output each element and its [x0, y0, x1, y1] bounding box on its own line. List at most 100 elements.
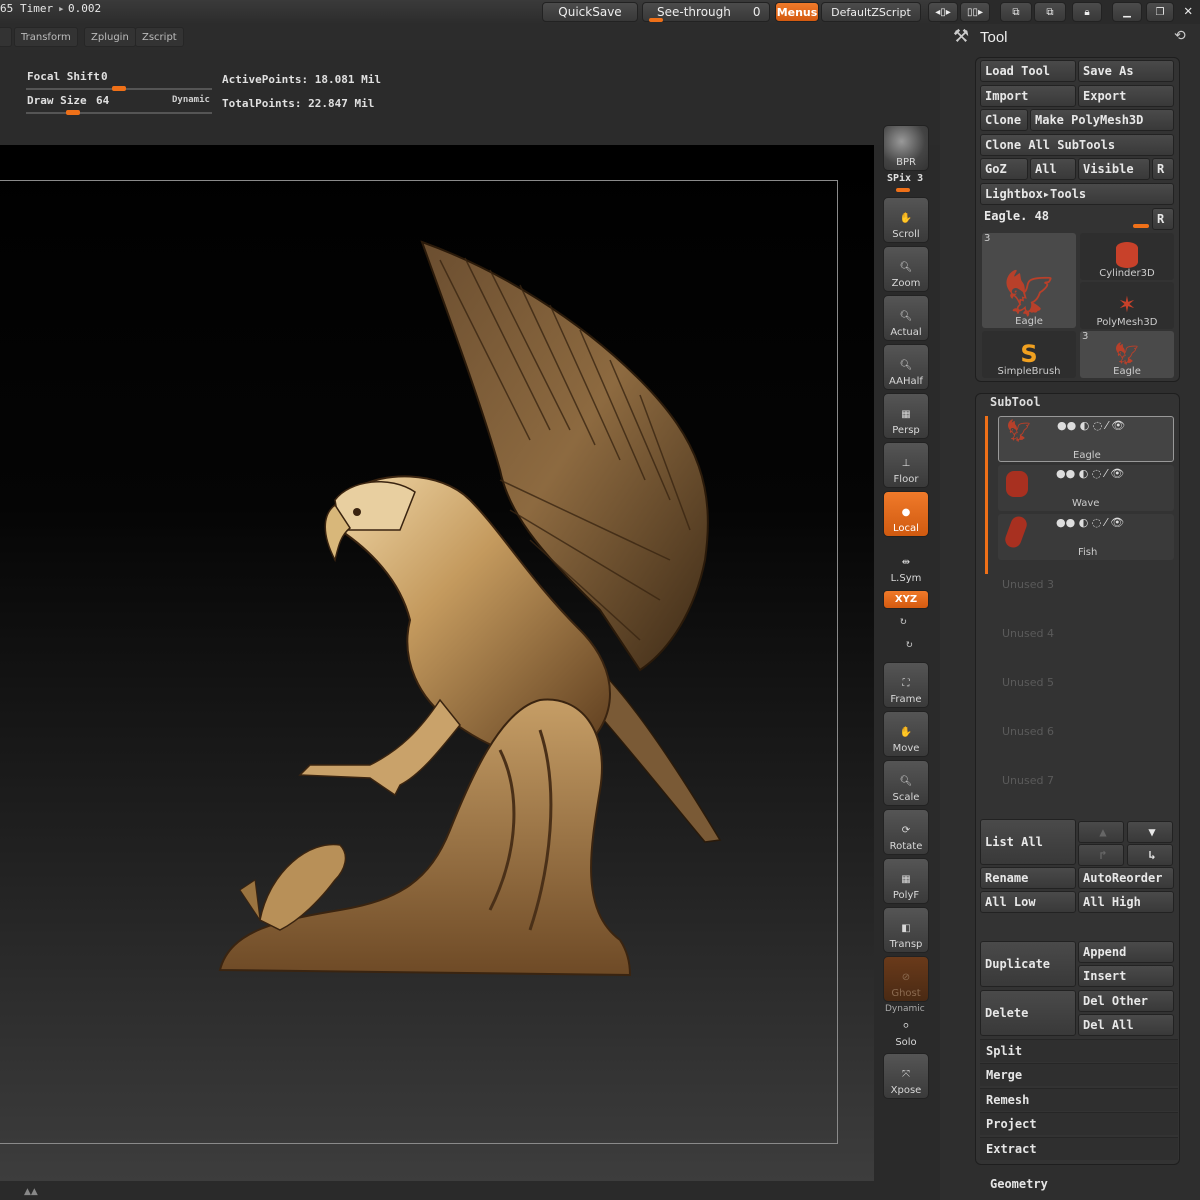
clone-button[interactable]: Clone [980, 109, 1028, 131]
thumb-simplebrush[interactable]: S SimpleBrush [982, 331, 1076, 378]
move-button[interactable]: ✋ Move [883, 711, 929, 757]
eagle-model[interactable] [200, 230, 730, 980]
z-rotate-icon[interactable]: ↻ [906, 637, 913, 650]
thumb-cylinder3d[interactable]: Cylinder3D [1080, 233, 1174, 280]
xyz-button[interactable]: XYZ [883, 590, 929, 609]
list-all-button[interactable]: List All [980, 819, 1076, 865]
current-tool-r-button[interactable]: R [1152, 208, 1174, 230]
menu-item-zplugin[interactable]: Zplugin [84, 27, 136, 47]
lightbox-tools-button[interactable]: Lightbox▸Tools [980, 183, 1174, 205]
unused-slot-4[interactable]: Unused 4 [1002, 627, 1054, 640]
lock-icon[interactable]: 🔒︎ [1072, 2, 1102, 22]
menu-item-zscript[interactable]: Zscript [135, 27, 184, 47]
subtool-toggles[interactable]: ●● ◐ ◌ ⁄ 👁︎ [1057, 419, 1125, 432]
bottom-tray-arrow-icon[interactable]: ▲▲ [24, 1187, 38, 1197]
unused-slot-6[interactable]: Unused 6 [1002, 725, 1054, 738]
arrow-up-right-icon[interactable]: ↱ [1078, 844, 1124, 866]
default-zscript-button[interactable]: DefaultZScript [821, 2, 921, 22]
draw-size-slider[interactable] [26, 112, 212, 114]
save-as-button[interactable]: Save As [1078, 60, 1174, 82]
import-button[interactable]: Import [980, 85, 1076, 107]
spix-knob[interactable] [896, 188, 910, 192]
goz-button[interactable]: GoZ [980, 158, 1028, 180]
menu-item-transform[interactable]: Transform [14, 27, 78, 47]
subtool-scrollbar[interactable] [985, 416, 988, 574]
goz-r-button[interactable]: R [1152, 158, 1174, 180]
move-down-icon[interactable]: ▼ [1127, 821, 1173, 843]
delete-button[interactable]: Delete [980, 990, 1076, 1036]
aahalf-button[interactable]: 🔍︎ AAHalf [883, 344, 929, 390]
menus-button[interactable]: Menus [775, 2, 819, 22]
persp-button[interactable]: ▦ Persp [883, 393, 929, 439]
remesh-section[interactable]: Remesh [980, 1088, 1178, 1111]
subtool-title[interactable]: SubTool [990, 395, 1041, 409]
transp-button[interactable]: ◧ Transp [883, 907, 929, 953]
current-tool-slider[interactable]: Eagle. 48 [980, 205, 1150, 227]
export-button[interactable]: Export [1078, 85, 1174, 107]
actual-button[interactable]: 🔍︎ Actual [883, 295, 929, 341]
tool-title[interactable]: Tool [980, 29, 1008, 46]
subtool-item-fish[interactable]: ●● ◐ ◌ ⁄ 👁︎ Fish [998, 514, 1174, 560]
autoreorder-button[interactable]: AutoReorder [1078, 867, 1174, 889]
bpr-button[interactable]: BPR [883, 125, 929, 171]
project-section[interactable]: Project [980, 1112, 1178, 1135]
thumb-eagle[interactable]: 3 🦅︎ Eagle [982, 233, 1076, 328]
subtool-item-eagle[interactable]: 🦅︎ ●● ◐ ◌ ⁄ 👁︎ Eagle [998, 416, 1174, 462]
all-low-button[interactable]: All Low [980, 891, 1076, 913]
scale-button[interactable]: 🔍︎ Scale [883, 760, 929, 806]
subtool-toggles-wave[interactable]: ●● ◐ ◌ ⁄ 👁︎ [1056, 467, 1124, 480]
duplicate-button[interactable]: Duplicate [980, 941, 1076, 987]
layout-icon[interactable]: ⧉ [1000, 2, 1032, 22]
append-button[interactable]: Append [1078, 941, 1174, 963]
scroll-button[interactable]: ✋ Scroll [883, 197, 929, 243]
tray-toggle-right-icon[interactable]: ▯▯▸ [960, 2, 990, 22]
focal-shift-knob[interactable] [112, 86, 126, 91]
floor-button[interactable]: ⊥ Floor [883, 442, 929, 488]
draw-size-knob[interactable] [65, 110, 80, 115]
close-icon[interactable]: ✕ [1184, 3, 1192, 19]
move-up-icon[interactable]: ▲ [1078, 821, 1124, 843]
rotate-button[interactable]: ⟳ Rotate [883, 809, 929, 855]
reset-icon[interactable]: ⟲ [1174, 28, 1186, 44]
minimize-icon[interactable]: ▁ [1112, 2, 1142, 22]
unused-slot-7[interactable]: Unused 7 [1002, 774, 1054, 787]
layout-alt-icon[interactable]: ⧉ [1034, 2, 1066, 22]
y-rotate-icon[interactable]: ↻ [900, 614, 907, 627]
rename-button[interactable]: Rename [980, 867, 1076, 889]
geometry-section[interactable]: Geometry [990, 1177, 1048, 1191]
xpose-button[interactable]: ⤧ Xpose [883, 1053, 929, 1099]
local-button[interactable]: ● Local [883, 491, 929, 537]
merge-section[interactable]: Merge [980, 1063, 1178, 1086]
make-polymesh-button[interactable]: Make PolyMesh3D [1030, 109, 1174, 131]
unused-slot-3[interactable]: Unused 3 [1002, 578, 1054, 591]
tray-toggle-icon[interactable]: ◂▯▸ [928, 2, 958, 22]
thumb-polymesh3d[interactable]: ✶ PolyMesh3D [1080, 282, 1174, 329]
spix-value[interactable]: SPix 3 [887, 173, 923, 184]
solo-button[interactable]: ⚪ Solo [883, 1014, 929, 1050]
split-section[interactable]: Split [980, 1039, 1178, 1062]
load-tool-button[interactable]: Load Tool [980, 60, 1076, 82]
frame-button[interactable]: ⛶ Frame [883, 662, 929, 708]
ghost-button[interactable]: ⊘ Ghost [883, 956, 929, 1002]
seethrough-knob[interactable] [649, 18, 663, 22]
menu-item-prev[interactable] [0, 27, 12, 47]
unused-slot-5[interactable]: Unused 5 [1002, 676, 1054, 689]
quicksave-button[interactable]: QuickSave [542, 2, 638, 22]
current-tool-knob[interactable] [1133, 224, 1149, 228]
clone-all-subtools-button[interactable]: Clone All SubTools [980, 134, 1174, 156]
goz-all-button[interactable]: All [1030, 158, 1076, 180]
zoom-button[interactable]: 🔍︎ Zoom [883, 246, 929, 292]
lsym-button[interactable]: ⇹ L.Sym [883, 540, 929, 586]
del-all-button[interactable]: Del All [1078, 1014, 1174, 1036]
del-other-button[interactable]: Del Other [1078, 990, 1174, 1012]
polyf-button[interactable]: ▦ PolyF [883, 858, 929, 904]
dynamic-toggle[interactable]: Dynamic [172, 95, 210, 105]
thumb-eagle-2[interactable]: 3 🦅︎ Eagle [1080, 331, 1174, 378]
insert-button[interactable]: Insert [1078, 965, 1174, 987]
goz-visible-button[interactable]: Visible [1078, 158, 1150, 180]
seethrough-slider[interactable]: See-through 0 [642, 2, 770, 22]
extract-section[interactable]: Extract [980, 1137, 1178, 1160]
subtool-item-wave[interactable]: ●● ◐ ◌ ⁄ 👁︎ Wave [998, 465, 1174, 511]
all-high-button[interactable]: All High [1078, 891, 1174, 913]
subtool-toggles-fish[interactable]: ●● ◐ ◌ ⁄ 👁︎ [1056, 516, 1124, 529]
